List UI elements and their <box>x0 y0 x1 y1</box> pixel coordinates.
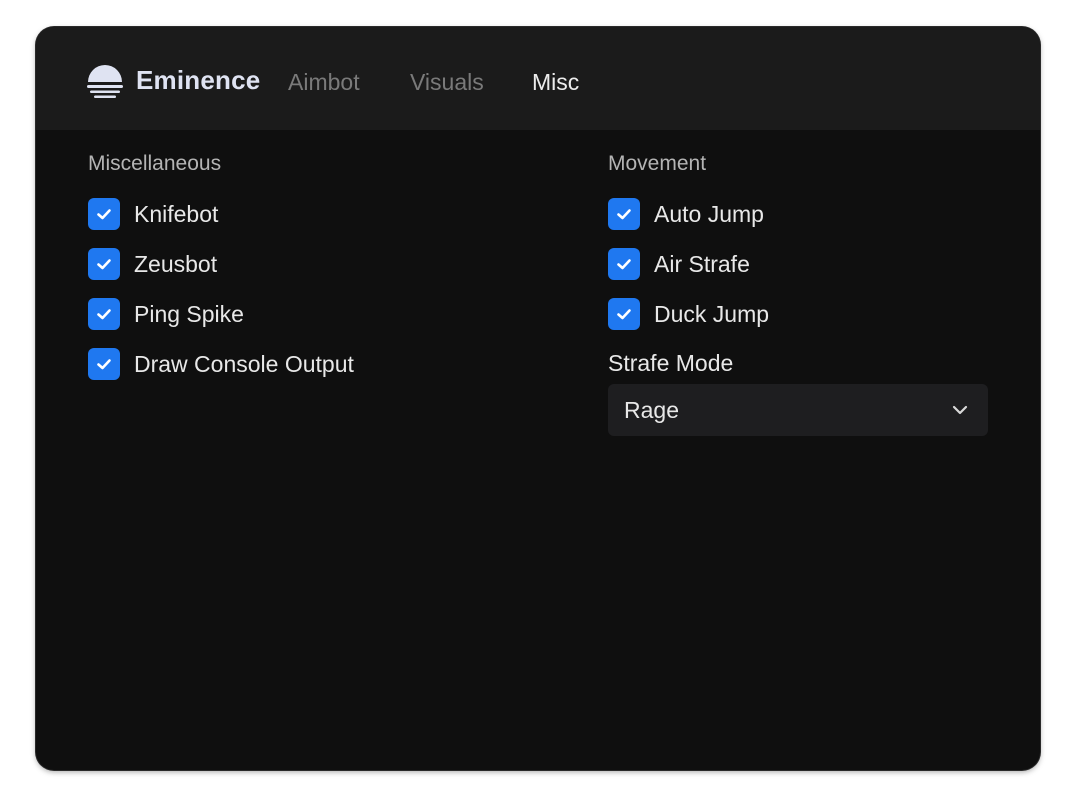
tab-aimbot[interactable]: Aimbot <box>288 69 360 96</box>
checkbox-row-auto-jump[interactable]: Auto Jump <box>608 198 764 230</box>
section-title-movement: Movement <box>608 152 707 175</box>
strafe-mode-label: Strafe Mode <box>608 350 734 376</box>
checkbox-label: Ping Spike <box>134 300 244 327</box>
checkbox-knifebot[interactable] <box>88 198 120 230</box>
checkbox-duck-jump[interactable] <box>608 298 640 330</box>
checkbox-label: Auto Jump <box>654 200 764 227</box>
checkbox-ping-spike[interactable] <box>88 298 120 330</box>
checkbox-row-zeusbot[interactable]: Zeusbot <box>88 248 217 280</box>
checkmark-icon <box>617 259 631 270</box>
checkmark-icon <box>97 209 111 220</box>
menu-header: Eminence Aimbot Visuals Misc <box>36 27 1040 130</box>
checkmark-icon <box>97 359 111 370</box>
checkbox-auto-jump[interactable] <box>608 198 640 230</box>
checkmark-icon <box>97 309 111 320</box>
checkbox-air-strafe[interactable] <box>608 248 640 280</box>
checkbox-label: Knifebot <box>134 200 219 227</box>
checkbox-row-duck-jump[interactable]: Duck Jump <box>608 298 769 330</box>
strafe-mode-value: Rage <box>624 397 679 423</box>
checkbox-draw-console-output[interactable] <box>88 348 120 380</box>
sunset-icon <box>87 65 123 98</box>
checkbox-row-air-strafe[interactable]: Air Strafe <box>608 248 750 280</box>
chevron-down-icon <box>952 405 968 415</box>
brand-name: Eminence <box>136 65 261 95</box>
section-title-miscellaneous: Miscellaneous <box>88 152 222 175</box>
checkbox-row-knifebot[interactable]: Knifebot <box>88 198 218 230</box>
checkbox-label: Draw Console Output <box>134 350 354 377</box>
tab-visuals[interactable]: Visuals <box>410 69 484 96</box>
checkmark-icon <box>617 309 631 320</box>
tab-misc[interactable]: Misc <box>532 69 579 96</box>
checkbox-label: Zeusbot <box>134 250 218 277</box>
checkbox-row-draw-console-output[interactable]: Draw Console Output <box>88 348 354 380</box>
checkbox-zeusbot[interactable] <box>88 248 120 280</box>
checkbox-label: Air Strafe <box>654 250 750 277</box>
checkmark-icon <box>97 259 111 270</box>
strafe-mode-select[interactable]: Rage <box>608 384 988 436</box>
checkbox-label: Duck Jump <box>654 300 770 327</box>
cheat-menu-window: Eminence Aimbot Visuals Misc Miscellaneo… <box>36 27 1040 770</box>
checkbox-row-ping-spike[interactable]: Ping Spike <box>88 298 244 330</box>
checkmark-icon <box>617 209 631 220</box>
